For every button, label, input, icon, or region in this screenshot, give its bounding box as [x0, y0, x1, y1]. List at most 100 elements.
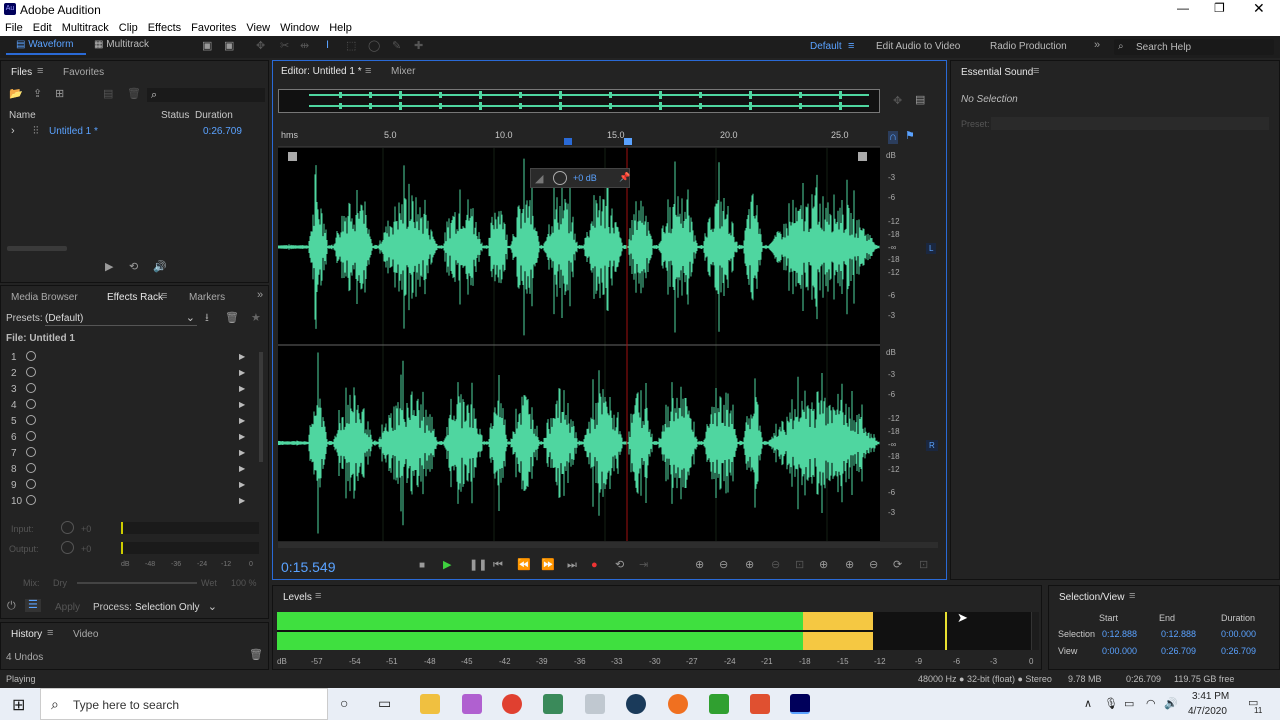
task-view-icon[interactable]: ▭ [378, 695, 391, 712]
time-selection-tool-icon[interactable]: I [326, 40, 329, 51]
volume-knob[interactable] [553, 171, 567, 185]
chevron-right-icon[interactable]: ▶ [239, 496, 245, 505]
close-icon[interactable]: ✕ [1253, 0, 1265, 17]
loop-icon[interactable]: ⟲ [615, 560, 624, 571]
play-icon[interactable]: ▶ [105, 262, 113, 273]
power-icon[interactable] [26, 399, 36, 409]
tray-chevron-icon[interactable]: ∧ [1084, 697, 1092, 710]
tab-mixer[interactable]: Mixer [391, 66, 415, 77]
app-icon[interactable] [750, 694, 770, 714]
effect-slot[interactable]: 3 ▶ [1, 382, 263, 398]
steam-icon[interactable] [626, 694, 646, 714]
channel-left-label[interactable]: L [926, 243, 937, 254]
fade-out-handle[interactable] [858, 152, 867, 161]
play-icon[interactable]: ▶ [443, 560, 451, 571]
col-status[interactable]: Status [161, 110, 189, 121]
power-icon[interactable]: ⏻ [7, 601, 16, 612]
chevron-right-icon[interactable]: ▶ [239, 384, 245, 393]
view-start[interactable]: 0:00.000 [1102, 646, 1137, 656]
skip-back-icon[interactable]: ⏮ [493, 560, 503, 571]
lasso-tool-icon[interactable]: ◯ [368, 41, 380, 52]
wifi-icon[interactable]: ◠ [1146, 697, 1156, 710]
multitrack-button[interactable]: ▦ Multitrack [94, 39, 149, 50]
channel-right-label[interactable]: R [926, 440, 938, 451]
panel-menu-icon[interactable]: ≡ [37, 66, 43, 77]
pin-icon[interactable]: 📌 [619, 172, 630, 183]
menu-clip[interactable]: Clip [119, 22, 138, 34]
app-icon[interactable] [585, 694, 605, 714]
tab-favorites[interactable]: Favorites [63, 67, 104, 78]
selection-start[interactable]: 0:12.888 [1102, 629, 1137, 639]
effect-slot[interactable]: 9 ▶ [1, 478, 263, 494]
zoom-out-time-icon[interactable]: ⊖ [869, 560, 878, 571]
power-icon[interactable] [26, 431, 36, 441]
delete-icon[interactable]: 🗑 [127, 89, 141, 100]
delete-icon[interactable]: 🗑 [249, 650, 263, 661]
loop-icon[interactable]: ⟲ [129, 262, 138, 273]
input-knob[interactable] [61, 521, 74, 534]
files-search-field[interactable]: ⌕ [147, 88, 265, 102]
autoplay-icon[interactable]: 🔊 [153, 262, 167, 273]
effect-slot[interactable]: 6 ▶ [1, 430, 263, 446]
search-help-field[interactable]: ⌕ Search Help [1114, 39, 1274, 55]
taskbar-search[interactable]: ⌕ Type here to search [40, 688, 328, 720]
effect-slot[interactable]: 8 ▶ [1, 462, 263, 478]
new-file-icon[interactable]: ⊞ [55, 89, 64, 100]
apply-button[interactable]: Apply [55, 602, 80, 613]
effect-slot[interactable]: 7 ▶ [1, 446, 263, 462]
tab-history[interactable]: History [11, 629, 42, 640]
chevron-right-icon[interactable]: ▶ [239, 352, 245, 361]
file-explorer-icon[interactable] [420, 694, 440, 714]
fade-in-handle[interactable] [288, 152, 297, 161]
menu-file[interactable]: File [5, 22, 23, 34]
chrome-icon[interactable] [502, 694, 522, 714]
panel-menu-icon[interactable]: ≡ [315, 591, 321, 602]
import-icon[interactable]: ⇪ [33, 89, 42, 100]
selection-end[interactable]: 0:12.888 [1161, 629, 1196, 639]
time-ruler[interactable]: hms 5.0 10.0 15.0 20.0 25.0 [278, 127, 880, 147]
zoom-in-time-icon[interactable]: ⊕ [745, 560, 754, 571]
app-icon[interactable] [543, 694, 563, 714]
save-preset-icon[interactable]: ⭳ [205, 313, 209, 324]
effect-slot[interactable]: 2 ▶ [1, 366, 263, 382]
view-end[interactable]: 0:26.709 [1161, 646, 1196, 656]
rack-scrollbar[interactable] [259, 352, 263, 462]
chevron-right-icon[interactable]: ▶ [239, 480, 245, 489]
audition-icon[interactable] [790, 694, 810, 714]
menu-view[interactable]: View [246, 22, 270, 34]
zoom-extra-icon[interactable]: ⊡ [919, 560, 928, 571]
list-icon[interactable]: ☰ [25, 599, 41, 612]
power-icon[interactable] [26, 495, 36, 505]
selection-marker[interactable] [564, 138, 572, 145]
rewind-icon[interactable]: ⏪ [517, 560, 531, 571]
zoom-nav-icon[interactable]: ✥ [893, 96, 902, 107]
chevron-right-icon[interactable]: ▶ [239, 368, 245, 377]
app-icon[interactable] [709, 694, 729, 714]
tab-video[interactable]: Video [73, 629, 98, 640]
firefox-icon[interactable] [668, 694, 688, 714]
clock-date[interactable]: 4/7/2020 [1188, 706, 1227, 717]
maximize-icon[interactable]: ❐ [1214, 1, 1225, 15]
more-tabs-icon[interactable]: » [257, 290, 263, 301]
fast-forward-icon[interactable]: ⏩ [541, 560, 555, 571]
zoom-in-left-icon[interactable]: ⊕ [819, 560, 828, 571]
more-workspaces-icon[interactable]: » [1094, 40, 1100, 51]
insert-icon[interactable]: ▤ [103, 89, 113, 100]
chevron-right-icon[interactable]: ▶ [239, 400, 245, 409]
tab-media-browser[interactable]: Media Browser [11, 292, 78, 303]
menu-effects[interactable]: Effects [148, 22, 181, 34]
volume-icon[interactable]: 🔊 [1164, 697, 1178, 710]
clock-time[interactable]: 3:41 PM [1192, 691, 1229, 702]
spectral-icon[interactable]: ▣ [202, 41, 212, 52]
brush-tool-icon[interactable]: ✎ [392, 41, 401, 52]
effect-slot[interactable]: 4 ▶ [1, 398, 263, 414]
effect-slot[interactable]: 5 ▶ [1, 414, 263, 430]
record-icon[interactable]: ● [591, 560, 598, 571]
panel-menu-icon[interactable]: ≡ [365, 66, 371, 77]
mic-icon[interactable]: 🎙 [1104, 697, 1118, 710]
tab-editor[interactable]: Editor: Untitled 1 * [281, 66, 362, 77]
razor-tool-icon[interactable]: ✂ [280, 41, 289, 52]
power-icon[interactable] [26, 463, 36, 473]
selection-duration[interactable]: 0:00.000 [1221, 629, 1256, 639]
col-duration[interactable]: Duration [195, 110, 233, 121]
